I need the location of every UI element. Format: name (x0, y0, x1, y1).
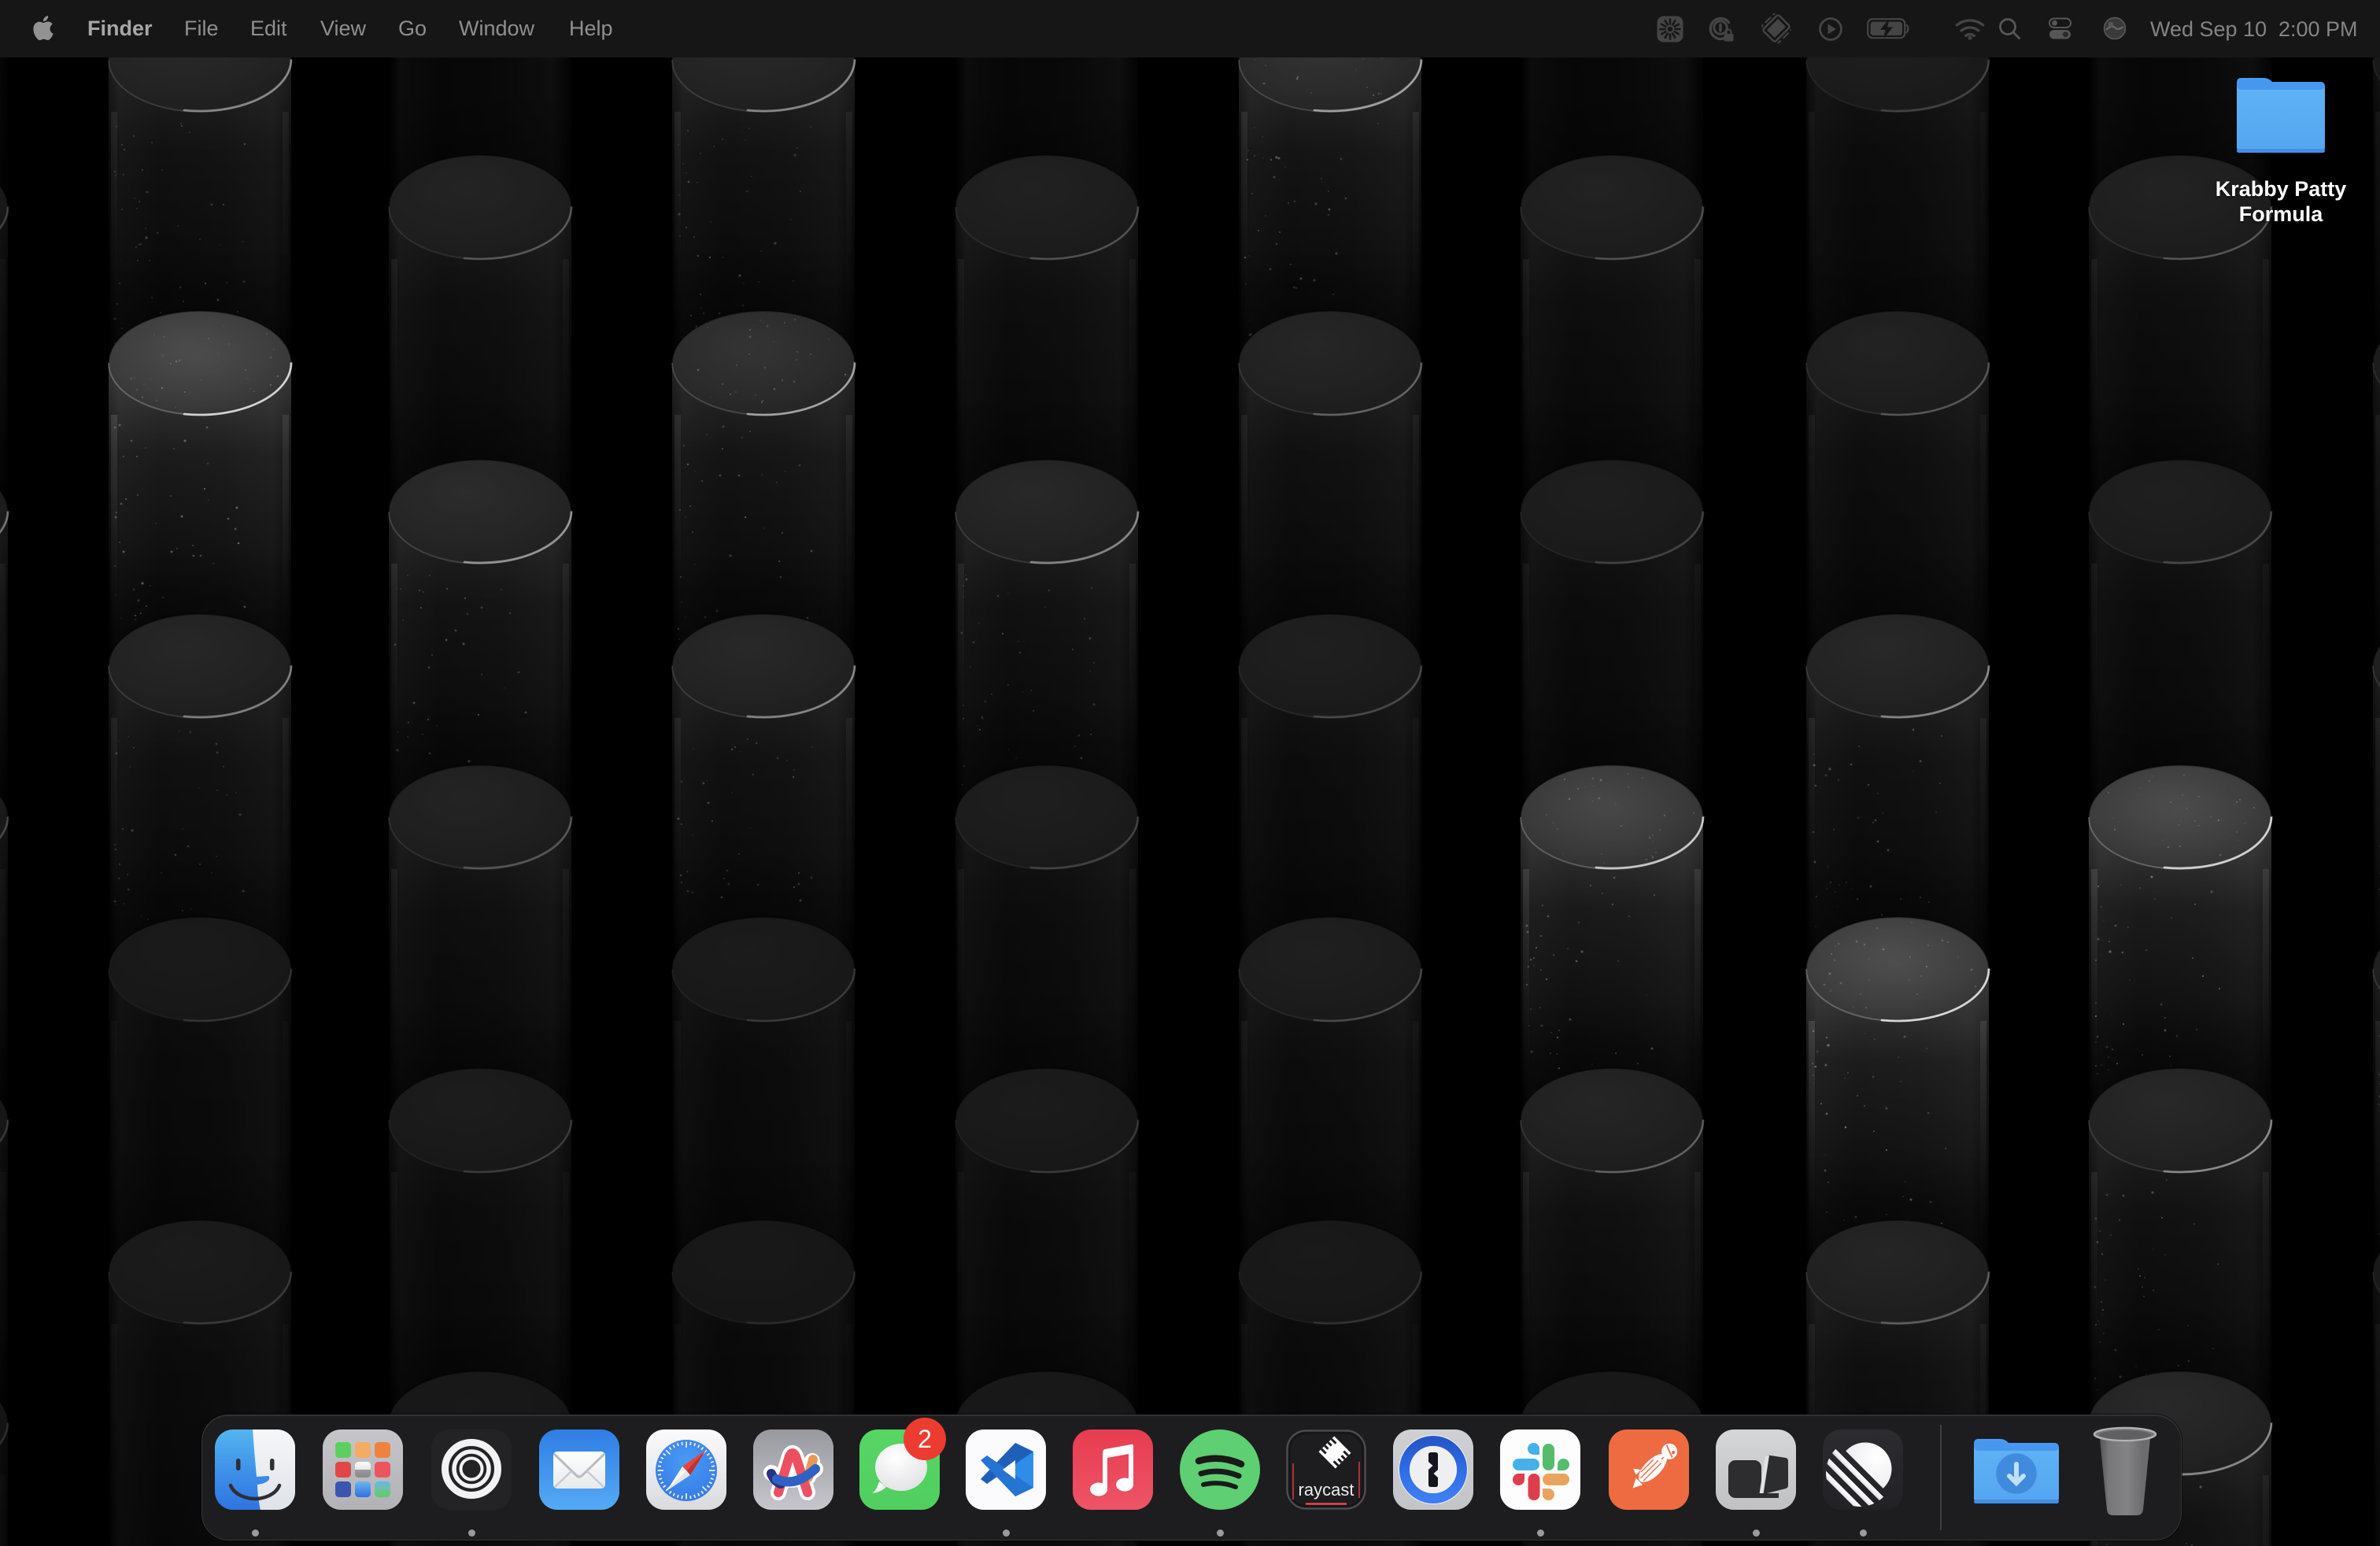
svg-text:2: 2 (918, 1425, 932, 1453)
svg-text:raycast: raycast (1299, 1480, 1354, 1500)
